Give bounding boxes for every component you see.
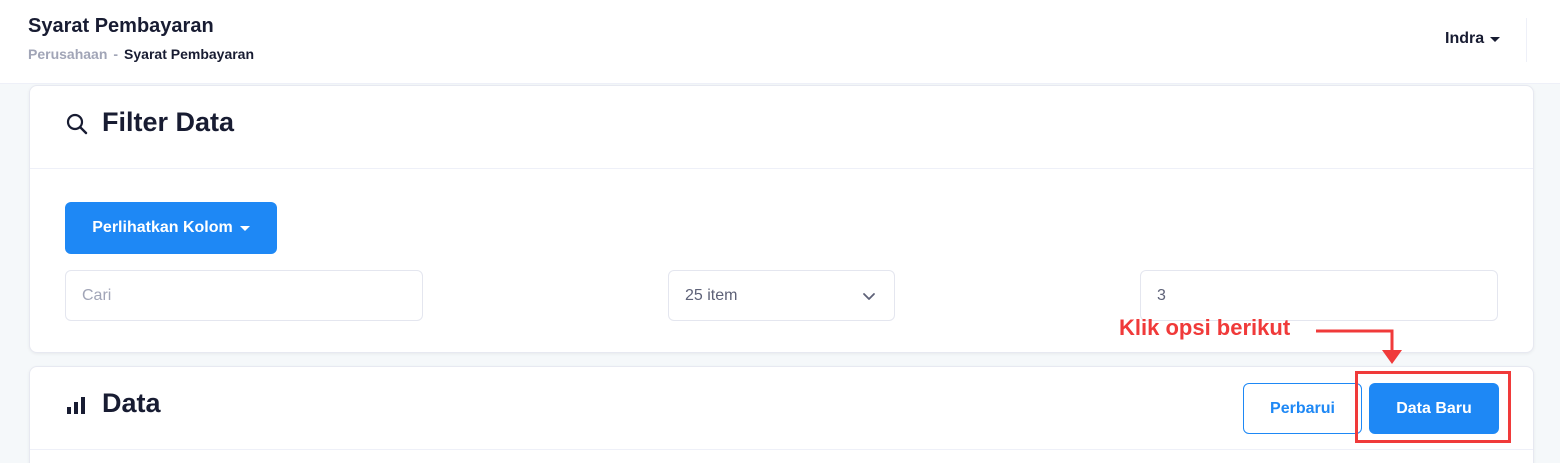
- page-number-input[interactable]: 3: [1140, 270, 1498, 321]
- show-columns-label: Perlihatkan Kolom: [92, 219, 233, 236]
- show-columns-button[interactable]: Perlihatkan Kolom: [65, 202, 277, 254]
- annotation-text: Klik opsi berikut: [1119, 315, 1291, 340]
- topbar: Syarat Pembayaran Perusahaan - Syarat Pe…: [0, 0, 1560, 84]
- page-number-value: 3: [1157, 286, 1166, 304]
- breadcrumb: Perusahaan - Syarat Pembayaran: [28, 46, 254, 62]
- page-title: Syarat Pembayaran: [28, 15, 214, 37]
- annotation-highlight-box: [1355, 371, 1511, 443]
- refresh-button[interactable]: Perbarui: [1243, 383, 1362, 434]
- items-per-page-select[interactable]: 25 item: [668, 270, 895, 321]
- data-card-header: Data Perbarui Data Baru: [30, 367, 1533, 450]
- filter-card-title: Filter Data: [102, 107, 235, 137]
- data-card-title: Data: [102, 388, 161, 418]
- bar-chart-icon: [67, 397, 85, 414]
- caret-down-icon: [1490, 36, 1501, 42]
- search-placeholder: Cari: [82, 286, 112, 304]
- search-input[interactable]: Cari: [65, 270, 423, 321]
- search-icon: [66, 113, 88, 135]
- breadcrumb-separator: -: [113, 46, 119, 62]
- filter-card-header: Filter Data: [30, 86, 1533, 169]
- chevron-down-icon: [863, 292, 875, 300]
- topbar-divider: [1526, 18, 1527, 62]
- breadcrumb-current: Syarat Pembayaran: [124, 46, 255, 62]
- user-menu[interactable]: Indra: [1445, 30, 1501, 48]
- items-per-page-value: 25 item: [685, 286, 738, 304]
- breadcrumb-item-perusahaan[interactable]: Perusahaan: [28, 46, 107, 62]
- data-card: Data Perbarui Data Baru: [29, 366, 1534, 463]
- annotation-arrow: [1316, 329, 1402, 364]
- user-name: Indra: [1445, 30, 1485, 47]
- caret-down-icon: [239, 225, 250, 231]
- filter-card: Filter Data Perlihatkan Kolom Cari 25 it…: [29, 85, 1534, 353]
